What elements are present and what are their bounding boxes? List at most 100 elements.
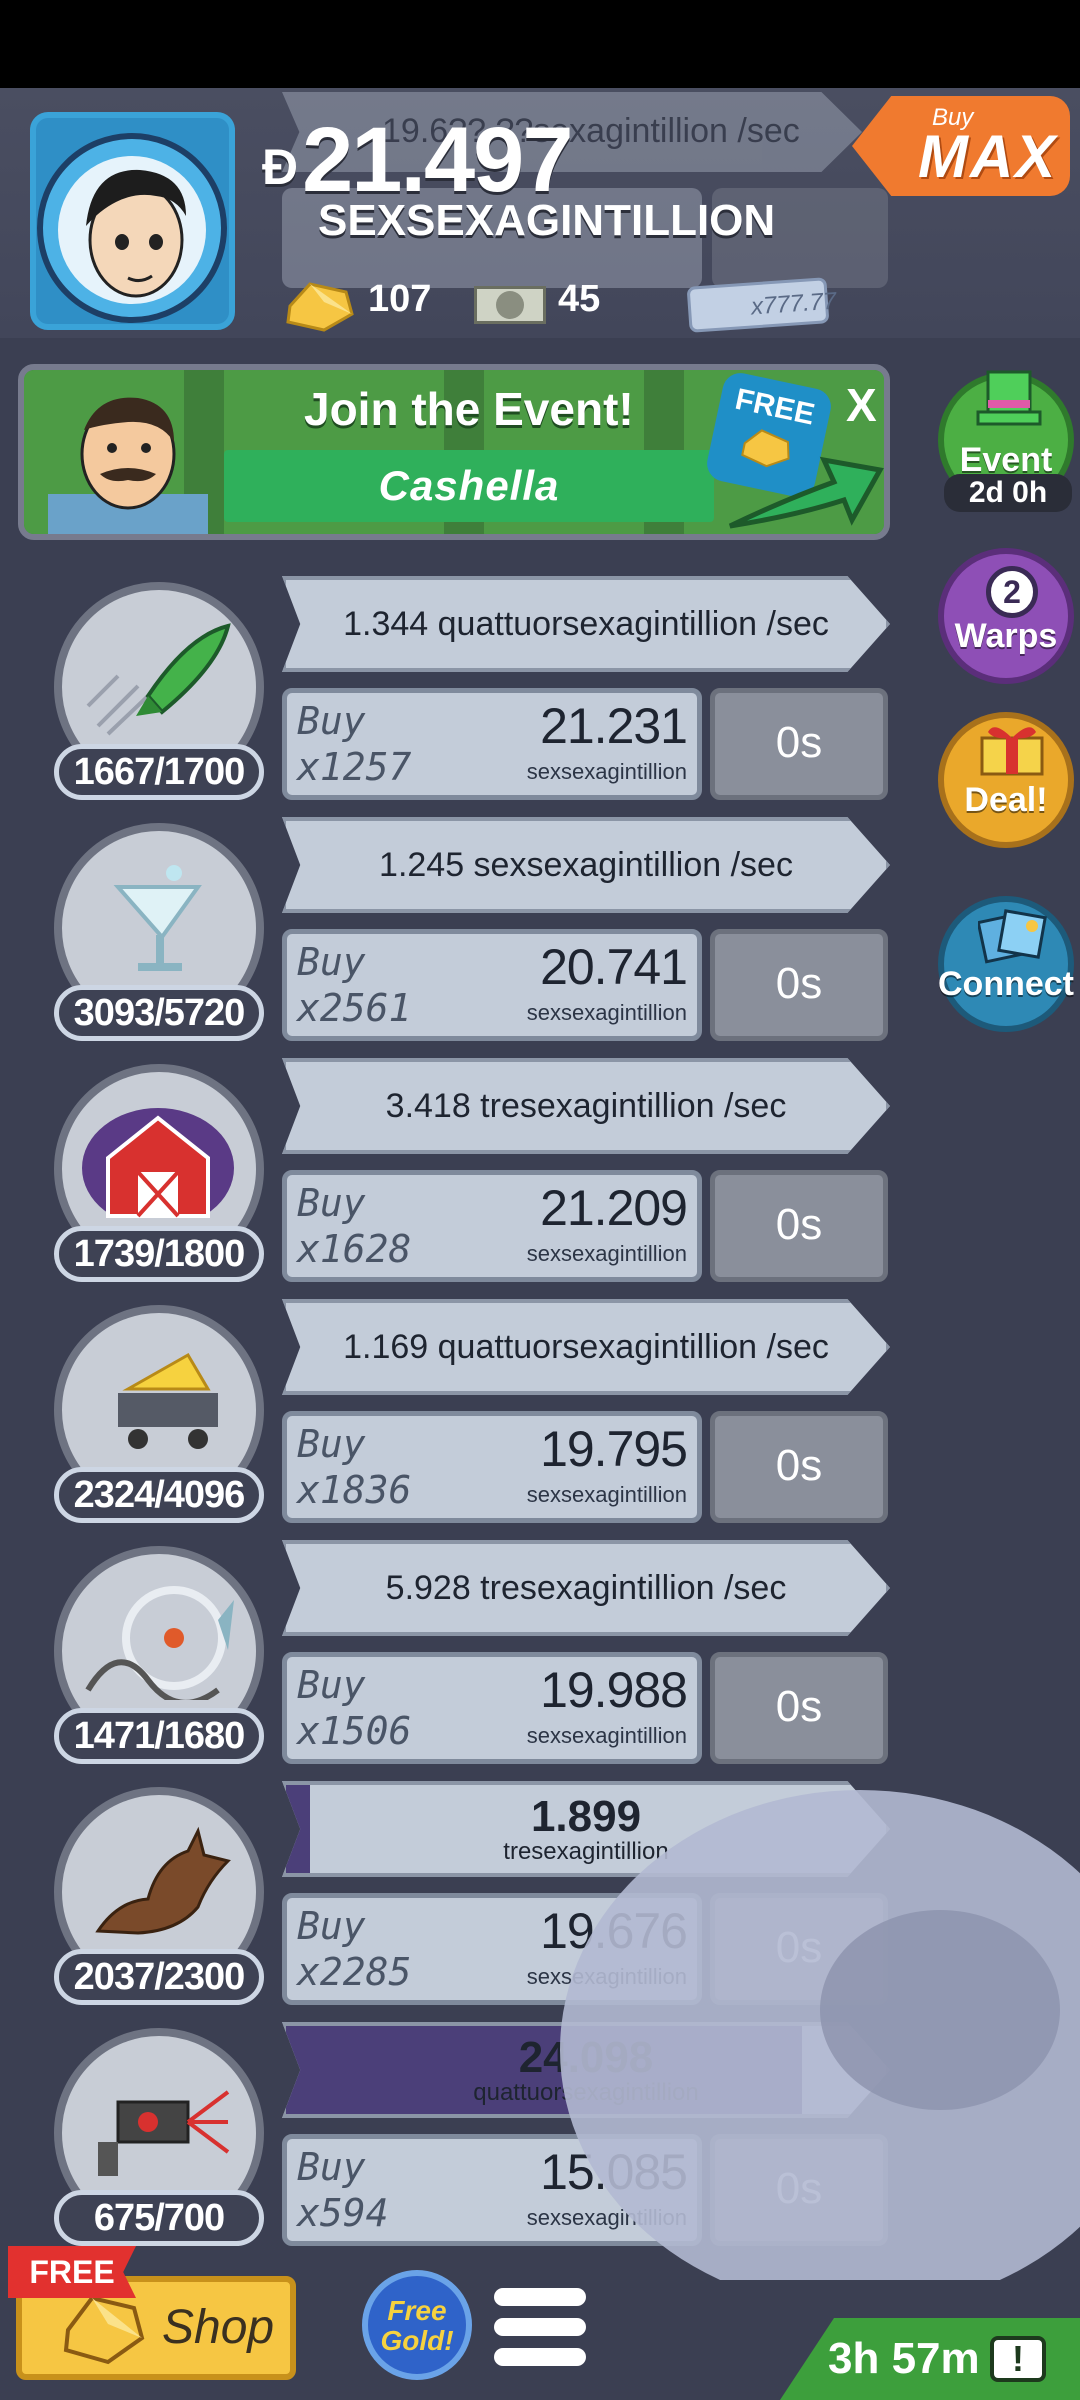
- warps-count: 2: [986, 566, 1038, 618]
- business-count: 3093/5720: [54, 985, 264, 1041]
- event-banner[interactable]: Join the Event! Cashella FREE X: [18, 364, 890, 540]
- barn-icon: [82, 1108, 234, 1218]
- buy-label: Buy: [297, 1181, 366, 1225]
- buy-cost: 19.988: [540, 1662, 688, 1718]
- buy-button[interactable]: Buy x1628 21.209 sexsexagintillion: [282, 1170, 702, 1282]
- werewolf-icon: [95, 1826, 231, 1935]
- buy-cost: 19.795: [540, 1421, 688, 1477]
- multiplier-value: x777.77: [750, 287, 838, 321]
- timer-button[interactable]: 0s: [710, 688, 888, 800]
- buy-quantity: x1628: [297, 1227, 412, 1271]
- multiplier-badge[interactable]: x777.77: [686, 277, 837, 333]
- buy-max-big: MAX: [918, 123, 1058, 190]
- top-hat-icon: [976, 370, 1042, 426]
- cheese-cart-icon: [118, 1352, 218, 1449]
- buy-label: Buy: [297, 2145, 366, 2189]
- shop-label: Shop: [162, 2301, 275, 2354]
- business-row: 1739/1800 3.418 tresexagintillion /sec B…: [0, 1058, 900, 1298]
- buy-label: Buy: [297, 699, 366, 743]
- business-count: 2324/4096: [54, 1467, 264, 1523]
- deal-button[interactable]: Deal!: [938, 712, 1074, 848]
- moon-background: [560, 1790, 1080, 2280]
- megabucks-icon: [474, 286, 546, 324]
- buy-quantity: x1506: [297, 1709, 412, 1753]
- event-side-timer: 2d 0h: [944, 474, 1072, 512]
- balance-unit: SEXSEXAGINTILLION: [318, 196, 776, 245]
- cards-icon: [978, 909, 1047, 964]
- buy-cost-unit: sexsexagintillion: [526, 1241, 687, 1266]
- business-count: 675/700: [54, 2190, 264, 2246]
- buy-cost-unit: sexsexagintillion: [526, 759, 687, 784]
- gift-box-icon: [980, 727, 1044, 776]
- timer-button[interactable]: 0s: [710, 929, 888, 1041]
- astronaut-avatar-icon: [37, 133, 227, 323]
- megabucks-count: 45: [558, 278, 601, 320]
- avatar[interactable]: [30, 112, 235, 330]
- buy-button[interactable]: Buy x2561 20.741 sexsexagintillion: [282, 929, 702, 1041]
- timer-button[interactable]: 0s: [710, 1170, 888, 1282]
- connect-button[interactable]: Connect: [938, 896, 1074, 1032]
- buy-max-button[interactable]: Buy MAX: [852, 96, 1070, 196]
- buy-quantity: x1257: [297, 745, 412, 789]
- buy-cost-unit: sexsexagintillion: [526, 1482, 687, 1507]
- business-row: 2324/4096 1.169 quattuorsexagintillion /…: [0, 1299, 900, 1539]
- shop-gold-icon: [63, 2295, 145, 2365]
- menu-icon-line: [494, 2318, 586, 2336]
- menu-icon-line: [494, 2348, 586, 2366]
- rate-bar[interactable]: 3.418 tresexagintillion /sec: [282, 1058, 890, 1154]
- rate-bar[interactable]: 1.169 quattuorsexagintillion /sec: [282, 1299, 890, 1395]
- event-host-icon: [48, 397, 208, 534]
- tv-timer[interactable]: 3h 57m !: [780, 2318, 1080, 2400]
- buy-label: Buy: [297, 1663, 366, 1707]
- warps-button[interactable]: 2 Warps: [938, 548, 1074, 684]
- buy-quantity: x594: [297, 2191, 389, 2235]
- timer-button[interactable]: 0s: [710, 1411, 888, 1523]
- event-arrow-icon: [728, 456, 884, 529]
- free-gold-line2: Gold!: [380, 2325, 454, 2356]
- connect-label: Connect: [938, 965, 1074, 1003]
- buy-quantity: x2561: [297, 986, 412, 1030]
- business-count: 1739/1800: [54, 1226, 264, 1282]
- rate-bar[interactable]: 1.344 quattuorsexagintillion /sec: [282, 576, 890, 672]
- rocket-icon: [86, 623, 231, 736]
- free-gold-button[interactable]: Free Gold!: [362, 2270, 472, 2380]
- shop-free-tag: FREE: [8, 2246, 136, 2298]
- ray-gun-icon: [98, 2090, 230, 2176]
- rate-text: 1.245 sexsexagintillion /sec: [379, 846, 793, 884]
- cocktail-icon: [113, 865, 202, 971]
- buy-cost: 20.741: [540, 939, 688, 995]
- buy-quantity: x2285: [297, 1950, 412, 1994]
- ferris-wheel-icon: [85, 1586, 234, 1700]
- rate-bar[interactable]: 1.245 sexsexagintillion /sec: [282, 817, 890, 913]
- tv-timer-value: 3h 57m: [828, 2334, 980, 2383]
- business-count: 1471/1680: [54, 1708, 264, 1764]
- event-name: Cashella: [224, 450, 714, 522]
- buy-cost: 21.231: [540, 698, 688, 754]
- gold-count: 107: [368, 278, 432, 320]
- buy-label: Buy: [297, 940, 366, 984]
- rate-text: 5.928 tresexagintillion /sec: [385, 1569, 787, 1607]
- buy-cost: 21.209: [540, 1180, 688, 1236]
- business-row: 1667/1700 1.344 quattuorsexagintillion /…: [0, 576, 900, 816]
- tv-alert-icon: !: [990, 2336, 1046, 2382]
- rate-text: 1.169 quattuorsexagintillion /sec: [343, 1328, 829, 1366]
- rate-bar[interactable]: 5.928 tresexagintillion /sec: [282, 1540, 890, 1636]
- balance-currency-icon: Ɖ: [262, 138, 298, 195]
- business-row: 3093/5720 1.245 sexsexagintillion /sec B…: [0, 817, 900, 1057]
- menu-button[interactable]: [486, 2282, 594, 2374]
- buy-label: Buy: [297, 1422, 366, 1466]
- business-count: 1667/1700: [54, 744, 264, 800]
- event-close-button[interactable]: X: [846, 378, 877, 432]
- buy-cost-unit: sexsexagintillion: [526, 1000, 687, 1025]
- buy-quantity: x1836: [297, 1468, 412, 1512]
- menu-icon-line: [494, 2288, 586, 2306]
- buy-label: Buy: [297, 1904, 366, 1948]
- buy-button[interactable]: Buy x1836 19.795 sexsexagintillion: [282, 1411, 702, 1523]
- warps-label: Warps: [954, 617, 1058, 655]
- status-bar: [0, 0, 1080, 88]
- event-title: Join the Event!: [304, 383, 634, 435]
- rate-text: 1.344 quattuorsexagintillion /sec: [343, 605, 829, 643]
- gold-icon: [286, 282, 354, 332]
- deal-label: Deal!: [964, 781, 1048, 819]
- buy-button[interactable]: Buy x1257 21.231 sexsexagintillion: [282, 688, 702, 800]
